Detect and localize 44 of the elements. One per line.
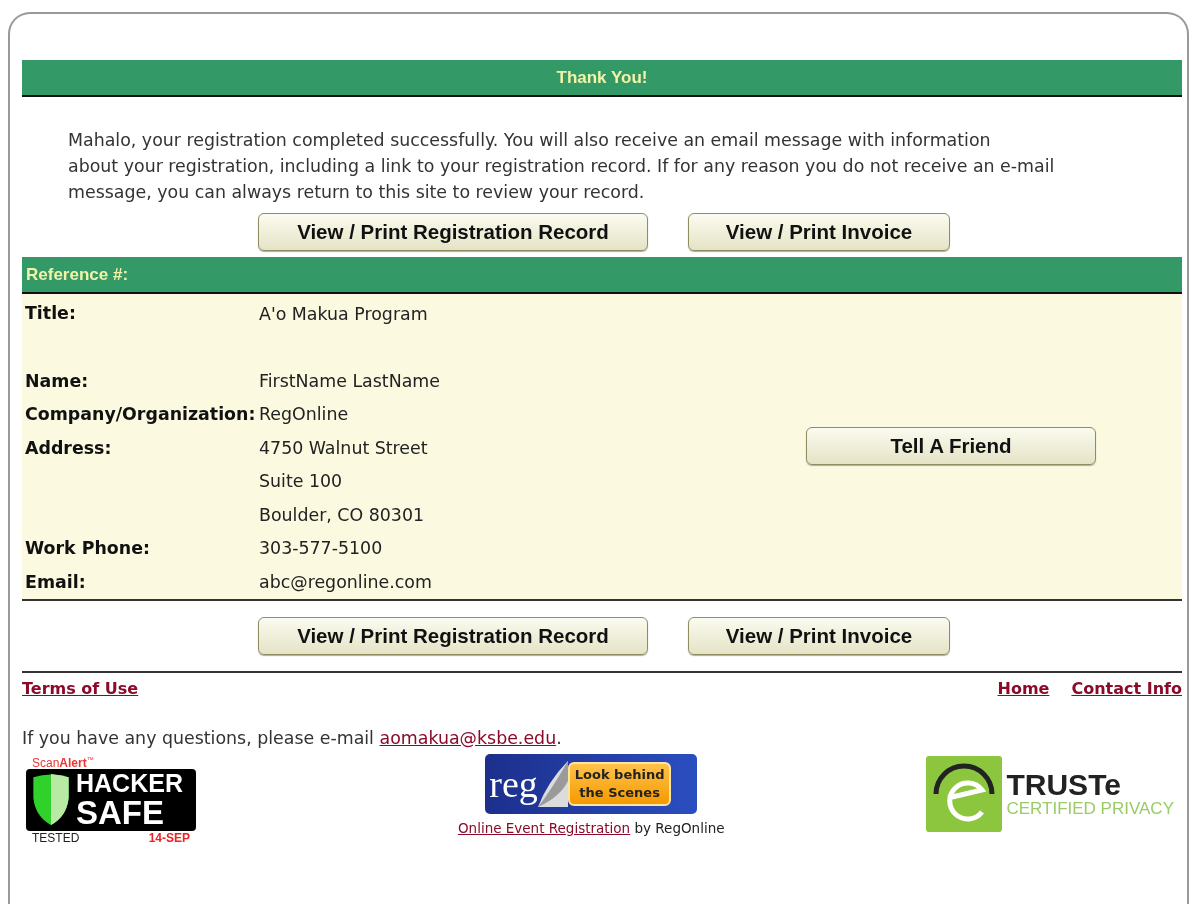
tab-label: Look behind the Scenes bbox=[567, 761, 672, 806]
print-button[interactable]: View / Print Invoice bbox=[688, 616, 950, 655]
field-label: Work Phone: bbox=[25, 538, 150, 559]
field-value: RegOnline bbox=[259, 404, 349, 425]
confirmation-message: Mahalo, your registration completed successfully. You will also receive an email message with information about your registration, including a link to your registration record. If for any reason you do not receive an e-mail message, you can always return to this site to review your record. bbox=[68, 129, 1056, 204]
field-value: abc@regonline.com bbox=[259, 571, 432, 592]
field-label: Address: bbox=[25, 437, 112, 458]
field-value: 4750 Walnut Street bbox=[259, 437, 428, 458]
print-button[interactable]: View / Print Invoice bbox=[688, 213, 950, 251]
registration-link[interactable]: Online Event Registration bbox=[457, 819, 631, 836]
shield-icon bbox=[30, 772, 72, 827]
field-value: Boulder, CO 80301 bbox=[259, 504, 425, 525]
seal-icon bbox=[926, 755, 1003, 832]
print-button[interactable]: View / Print Registration Record bbox=[258, 213, 648, 251]
caption-text: Online Event Registration by RegOnline bbox=[457, 819, 725, 836]
footer-link[interactable]: Terms of Use bbox=[22, 678, 139, 698]
field-label: Name: bbox=[25, 370, 89, 391]
badge-title: HACKER bbox=[76, 770, 183, 796]
tell-a-friend-button[interactable]: Tell A Friend bbox=[806, 427, 1096, 465]
field-value: 303-577-5100 bbox=[259, 538, 383, 559]
field-value: Suite 100 bbox=[259, 471, 343, 492]
tested-label: TESTED bbox=[32, 830, 80, 845]
reference-title: Reference #: bbox=[26, 264, 129, 285]
email-link[interactable]: aomakua@ksbe.edu bbox=[379, 727, 557, 748]
badge-title: TRUSTe bbox=[1006, 768, 1122, 801]
field-value: A'o Makua Program bbox=[259, 303, 428, 324]
truste-badge[interactable]: TRUSTe CERTIFIED PRIVACY bbox=[926, 755, 1174, 832]
hacker-safe-badge[interactable]: ScanAlert$^{™}$ HACKER SAFE TESTED 14-SEP bbox=[26, 753, 196, 845]
regonline-badge[interactable]: reg Look behind the Scenes bbox=[485, 753, 698, 814]
field-label: Email: bbox=[25, 571, 86, 592]
header-title: Thank You! bbox=[556, 67, 648, 88]
contact-text: If you have any questions, please e-mail aomakua@ksbe.edu. bbox=[22, 727, 563, 748]
footer-link[interactable]: Home bbox=[997, 678, 1050, 698]
tested-date: 14-SEP bbox=[148, 830, 190, 845]
field-label: Company/Organization: bbox=[25, 404, 256, 425]
brand-text: ScanAlert$^{™}$ bbox=[32, 755, 94, 770]
page-curl-icon bbox=[537, 760, 568, 807]
badge-title: SAFE bbox=[76, 795, 165, 829]
footer-link[interactable]: Contact Info bbox=[1071, 678, 1182, 698]
logo-text: reg bbox=[488, 761, 538, 806]
field-label: Title: bbox=[25, 303, 76, 323]
field-value: FirstName LastName bbox=[259, 370, 440, 391]
badge-tagline: CERTIFIED PRIVACY bbox=[1006, 800, 1174, 819]
print-button[interactable]: View / Print Registration Record bbox=[258, 616, 648, 655]
